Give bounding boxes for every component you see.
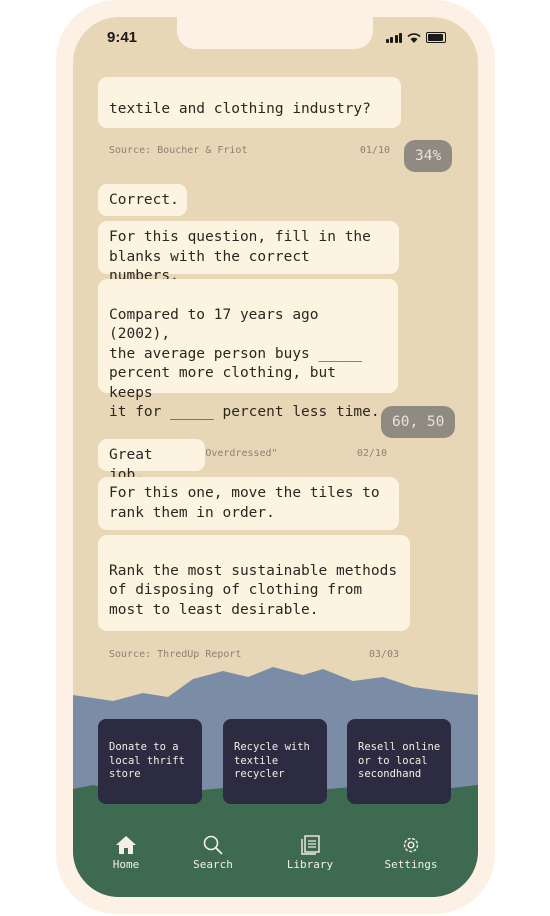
instruction-bubble: For this question, fill in the blanks wi… (98, 221, 399, 284)
nav-label: Library (286, 858, 334, 871)
question-counter: 02/10 (356, 448, 387, 459)
nav-home[interactable]: Home (109, 835, 143, 871)
search-icon (203, 835, 223, 855)
home-icon (116, 836, 136, 854)
question-bubble-1: textile and clothing industry? Source: B… (98, 77, 401, 156)
question-source: Source: Boucher & Friot (109, 144, 248, 156)
question-bubble-2: Compared to 17 years ago (2002), the ave… (98, 279, 398, 459)
status-time: 9:41 (107, 29, 138, 46)
feedback-bubble: Great job. (98, 439, 205, 483)
camera-notch (177, 17, 373, 49)
instruction-bubble: For this one, move the tiles to rank the… (98, 477, 399, 530)
nav-search[interactable]: Search (190, 835, 236, 871)
wifi-icon (407, 33, 421, 43)
question-text: textile and clothing industry? (109, 100, 371, 117)
rank-tile[interactable]: Resell online or to local secondhand (347, 719, 451, 804)
question-bubble-3: Rank the most sustainable methods of dis… (98, 535, 410, 660)
nav-label: Home (112, 858, 140, 871)
question-text: Rank the most sustainable methods of dis… (109, 562, 398, 618)
rank-tile[interactable]: Donate to a local thrift store (98, 719, 202, 804)
nav-library[interactable]: Library (284, 835, 336, 871)
nav-settings[interactable]: Settings (384, 835, 438, 871)
nav-label: Search (193, 858, 233, 871)
gear-icon (403, 837, 419, 853)
user-answer-bubble: 60, 50 (381, 406, 456, 438)
rank-tile[interactable]: Recycle with textile recycler (223, 719, 327, 804)
status-icons (385, 32, 446, 43)
feedback-bubble: Correct. (98, 184, 187, 216)
battery-icon (426, 32, 446, 43)
question-counter: 01/10 (359, 144, 390, 156)
library-icon (301, 835, 320, 855)
signal-icon (385, 33, 402, 43)
nav-label: Settings (384, 858, 438, 871)
question-text: Compared to 17 years ago (2002), the ave… (109, 306, 380, 421)
user-answer-bubble: 34% (404, 140, 453, 172)
app-screen: textile and clothing industry? Source: B… (73, 17, 478, 897)
